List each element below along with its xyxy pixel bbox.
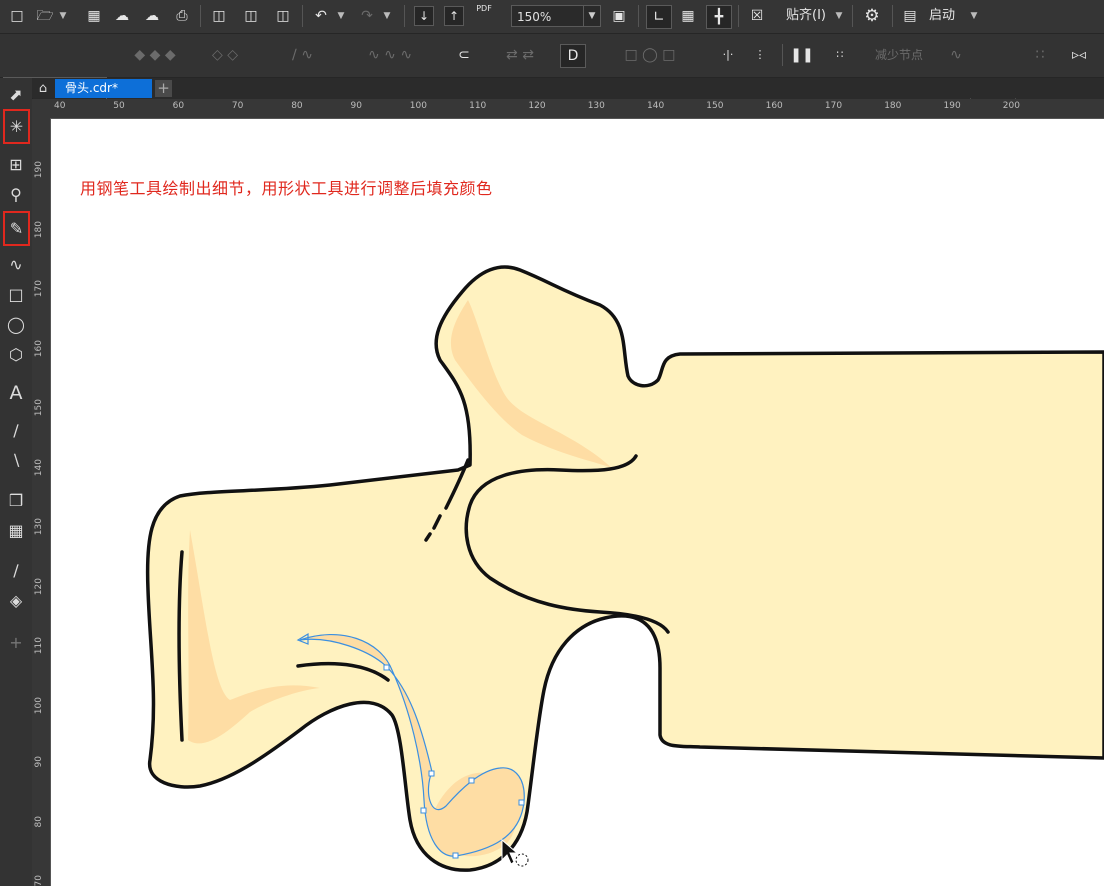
path-node [452,852,459,859]
path-node [468,777,475,784]
path-node [383,664,390,671]
path-node [518,799,525,806]
cursor-marquee-icon [515,853,529,867]
path-node [428,770,435,777]
bone-illustration[interactable] [0,0,1104,886]
path-node [420,807,427,814]
bone-body [145,265,1104,872]
